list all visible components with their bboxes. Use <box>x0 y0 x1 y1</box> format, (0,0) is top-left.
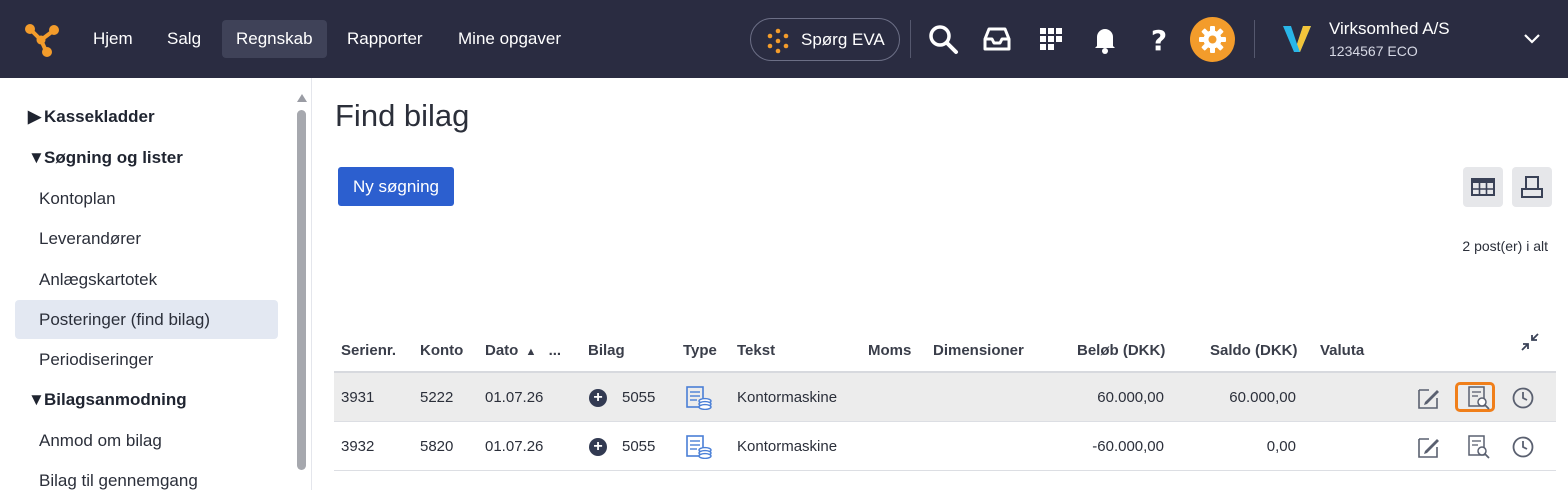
cell-belob: 60.000,00 <box>1097 389 1164 406</box>
sidebar-group-kassekladder[interactable]: ▶ Kassekladder <box>28 107 155 127</box>
divider <box>910 20 911 58</box>
cell-serienr: 3932 <box>341 438 375 455</box>
col-valuta[interactable]: Valuta <box>1320 342 1364 359</box>
caret-down-icon: ▼ <box>28 390 45 409</box>
cell-belob: -60.000,00 <box>1092 438 1164 455</box>
scroll-thumb[interactable] <box>297 110 306 470</box>
col-dato[interactable]: Dato ▲ ... <box>485 342 561 359</box>
apps-grid-icon[interactable] <box>1034 22 1068 56</box>
cell-saldo: 60.000,00 <box>1229 389 1296 406</box>
nav-rapporter[interactable]: Rapporter <box>333 20 437 58</box>
sidebar-group-bilagsanmodning[interactable]: ▼Bilagsanmodning <box>28 390 187 410</box>
column-more[interactable]: ... <box>549 342 562 359</box>
sort-asc-icon: ▲ <box>525 346 537 358</box>
col-bilag[interactable]: Bilag <box>588 342 625 359</box>
caret-down-icon: ▼ <box>28 148 45 167</box>
new-search-button[interactable]: Ny søgning <box>338 167 454 206</box>
sidebar-scrollbar[interactable] <box>294 90 308 490</box>
cell-bilag[interactable]: 5055 <box>622 373 655 422</box>
history-clock-icon[interactable] <box>1511 435 1535 459</box>
nav-salg[interactable]: Salg <box>153 20 215 58</box>
sidebar-item-periodiseringer[interactable]: Periodiseringer <box>15 340 278 379</box>
col-moms[interactable]: Moms <box>868 342 911 359</box>
sidebar-group-soegning[interactable]: ▼Søgning og lister <box>28 148 183 168</box>
col-belob[interactable]: Beløb (DKK) <box>1077 342 1165 359</box>
history-clock-icon[interactable] <box>1511 386 1535 410</box>
column-settings-button[interactable] <box>1463 167 1503 207</box>
col-dato-label: Dato <box>485 342 519 359</box>
col-tekst[interactable]: Tekst <box>737 342 775 359</box>
sidebar-item-kontoplan[interactable]: Kontoplan <box>15 179 278 218</box>
cell-tekst: Kontormaskine <box>737 438 838 455</box>
nav-hjem[interactable]: Hjem <box>79 20 147 58</box>
sidebar-item-bilag-til-gennemgang[interactable]: Bilag til gennemgang <box>15 461 278 490</box>
cell-tekst: Kontormaskine <box>737 389 838 406</box>
company-id: 1234567 ECO <box>1329 43 1418 59</box>
edit-icon[interactable] <box>1417 435 1441 459</box>
table-row[interactable]: 3931 5222 01.07.26 + 5055 Kontormaskine … <box>334 373 1556 422</box>
table-row[interactable]: 3932 5820 01.07.26 + 5055 Kontormaskine … <box>334 422 1556 471</box>
ask-eva-button[interactable]: Spørg EVA <box>750 18 900 61</box>
expand-plus-icon[interactable]: + <box>589 438 607 456</box>
eva-label: Spørg EVA <box>801 30 885 49</box>
edit-icon[interactable] <box>1417 386 1441 410</box>
sidebar-item-posteringer[interactable]: Posteringer (find bilag) <box>15 300 278 339</box>
cell-serienr: 3931 <box>341 389 375 406</box>
sidebar-item-anmod-om-bilag[interactable]: Anmod om bilag <box>15 421 278 460</box>
document-type-icon <box>686 386 712 410</box>
print-icon <box>1521 176 1543 198</box>
col-dimensioner[interactable]: Dimensioner <box>933 342 1024 359</box>
col-type[interactable]: Type <box>683 342 717 359</box>
view-document-icon[interactable] <box>1467 386 1491 410</box>
sidebar: ▶ Kassekladder ▼Søgning og lister Kontopl… <box>0 78 312 490</box>
help-icon[interactable]: ? <box>1142 22 1176 56</box>
cell-saldo: 0,00 <box>1266 438 1296 455</box>
inbox-icon[interactable] <box>980 22 1014 56</box>
record-count: 2 post(er) i alt <box>1462 238 1548 254</box>
sidebar-item-leverandoerer[interactable]: Leverandører <box>15 219 278 258</box>
gear-icon <box>1199 26 1226 53</box>
col-serienr[interactable]: Serienr. <box>341 342 396 359</box>
view-document-icon[interactable] <box>1467 435 1491 459</box>
app-logo-icon[interactable] <box>22 20 62 58</box>
settings-button[interactable] <box>1190 17 1235 62</box>
svg-text:?: ? <box>1151 24 1167 56</box>
cell-konto: 5222 <box>420 389 454 406</box>
cell-konto: 5820 <box>420 438 454 455</box>
col-saldo[interactable]: Saldo (DKK) <box>1210 342 1298 359</box>
nav-mine-opgaver[interactable]: Mine opgaver <box>444 20 575 58</box>
chevron-down-icon[interactable] <box>1522 30 1542 48</box>
nav-regnskab[interactable]: Regnskab <box>222 20 327 58</box>
collapse-icon[interactable] <box>1521 333 1539 351</box>
bell-icon[interactable] <box>1088 22 1122 56</box>
document-type-icon <box>686 435 712 459</box>
expand-plus-icon[interactable]: + <box>589 389 607 407</box>
eva-sparkle-icon <box>767 28 789 54</box>
sidebar-item-anlaegskartotek[interactable]: Anlægskartotek <box>15 260 278 299</box>
company-name[interactable]: Virksomhed A/S <box>1329 19 1450 39</box>
divider <box>1254 20 1255 58</box>
cell-dato: 01.07.26 <box>485 438 544 455</box>
table-grid-icon <box>1471 178 1495 196</box>
search-icon[interactable] <box>926 22 960 56</box>
col-konto[interactable]: Konto <box>420 342 463 359</box>
caret-right-icon: ▶ <box>28 107 42 126</box>
top-bar: Hjem Salg Regnskab Rapporter Mine opgave… <box>0 0 1568 78</box>
company-logo-icon <box>1283 26 1311 52</box>
cell-dato: 01.07.26 <box>485 389 544 406</box>
page-title: Find bilag <box>335 98 470 133</box>
print-button[interactable] <box>1512 167 1552 207</box>
scroll-up-icon[interactable] <box>297 94 307 102</box>
cell-bilag[interactable]: 5055 <box>622 422 655 471</box>
